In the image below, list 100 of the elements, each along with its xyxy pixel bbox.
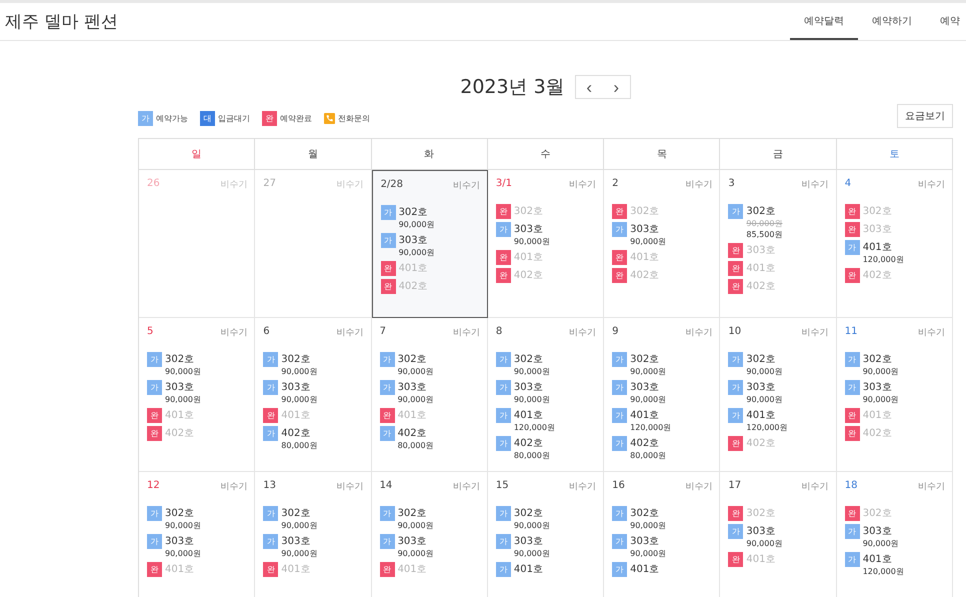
room-name[interactable]: 302호 — [630, 353, 666, 366]
room-name[interactable]: 302호 — [281, 353, 318, 366]
day-number: 17 — [728, 480, 742, 493]
room-name[interactable]: 401호 — [630, 563, 660, 576]
room-name[interactable]: 401호 — [630, 409, 672, 422]
status-label: 가 — [612, 562, 628, 577]
room-name[interactable]: 401호 — [862, 553, 904, 566]
room-name[interactable]: 303호 — [514, 223, 550, 236]
day-number: 2 — [612, 178, 619, 191]
nav-tab[interactable]: 예약달력 — [790, 3, 858, 40]
room-price: 85,500원 — [746, 229, 782, 240]
day-cell[interactable]: 9 비수기 가 302호 90,000원 가 303호 90,000원 가 401호 120,000원 가 402호 80,000원 — [604, 318, 720, 472]
nav-tab[interactable]: 예약 — [926, 3, 966, 40]
day-number: 7 — [380, 326, 386, 339]
season-label: 비수기 — [336, 481, 364, 493]
day-number: 2/28 — [380, 179, 404, 192]
status-label: 가 — [612, 408, 628, 423]
room-price: 80,000원 — [630, 450, 666, 461]
status-label: 가 — [844, 380, 860, 395]
room-name[interactable]: 402호 — [630, 437, 666, 450]
room-name[interactable]: 303호 — [165, 535, 201, 548]
day-cell[interactable]: 16 비수기 가 302호 90,000원 가 303호 90,000원 가 401호 — [604, 472, 720, 597]
room-name[interactable]: 303호 — [746, 381, 782, 394]
status-label: 완 — [380, 408, 395, 423]
room-price: 90,000원 — [398, 394, 434, 405]
room-price: 90,000원 — [514, 394, 550, 405]
room-name[interactable]: 303호 — [862, 381, 899, 394]
season-label: 비수기 — [802, 179, 829, 191]
room-name[interactable]: 303호 — [630, 223, 666, 236]
day-cell[interactable]: 18 비수기 완 302호 가 303호 90,000원 가 401호 120,000원 — [836, 472, 953, 597]
room-name[interactable]: 303호 — [746, 525, 782, 538]
room-name[interactable]: 401호 — [862, 241, 904, 254]
season-label: 비수기 — [569, 481, 596, 493]
nav-tab[interactable]: 예약하기 — [858, 3, 926, 40]
season-label: 비수기 — [569, 179, 596, 191]
day-number: 4 — [844, 178, 852, 191]
day-cell[interactable]: 17 비수기 완 302호 가 303호 90,000원 완 401호 — [720, 472, 837, 597]
day-cell[interactable]: 10 비수기 가 302호 90,000원 가 303호 90,000원 가 401호 120,000원 완 402호 — [720, 318, 837, 472]
room-name[interactable]: 302호 — [398, 206, 435, 219]
status-label: 가 — [263, 534, 278, 549]
status-label: 가 — [496, 352, 511, 367]
day-cell[interactable]: 8 비수기 가 302호 90,000원 가 303호 90,000원 가 401호 120,000원 가 402호 80,000원 — [488, 318, 604, 472]
room-name[interactable]: 401호 — [514, 409, 555, 422]
status-label: 완 — [728, 552, 744, 567]
room-name[interactable]: 302호 — [165, 353, 201, 366]
rates-button[interactable]: 요금보기 — [897, 104, 953, 128]
room-name[interactable]: 302호 — [398, 353, 434, 366]
day-cell[interactable]: 6 비수기 가 302호 90,000원 가 303호 90,000원 완 401호 가 402호 80,000원 — [255, 318, 372, 472]
day-cell[interactable]: 12 비수기 가 302호 90,000원 가 303호 90,000원 완 401호 — [139, 472, 256, 597]
day-cell[interactable]: 3 비수기 가 302호 90,000원 85,500원 완 303호 완 401호 완 402호 — [720, 170, 837, 318]
weekday-header: 월 — [255, 139, 372, 170]
day-cell[interactable]: 13 비수기 가 302호 90,000원 가 303호 90,000원 완 401호 — [255, 472, 372, 597]
room-name[interactable]: 302호 — [514, 507, 550, 520]
room-name[interactable]: 302호 — [281, 507, 318, 520]
day-cell[interactable]: 7 비수기 가 302호 90,000원 가 303호 90,000원 완 401호 가 402호 80,000원 — [372, 318, 488, 472]
room-name[interactable]: 302호 — [398, 507, 434, 520]
room-name[interactable]: 402호 — [281, 427, 318, 440]
room-name[interactable]: 302호 — [165, 507, 201, 520]
season-label: 비수기 — [336, 327, 364, 339]
day-cell[interactable]: 2 비수기 완 302호 가 303호 90,000원 완 401호 완 402호 — [604, 170, 720, 318]
room-name[interactable]: 303호 — [630, 381, 666, 394]
room-name[interactable]: 303호 — [398, 234, 435, 247]
status-label: 가 — [263, 506, 278, 521]
room-name[interactable]: 303호 — [398, 535, 434, 548]
day-cell[interactable]: 4 비수기 완 302호 완 303호 가 401호 120,000원 완 402호 — [836, 170, 953, 318]
room-name[interactable]: 303호 — [281, 535, 318, 548]
day-cell[interactable]: 15 비수기 가 302호 90,000원 가 303호 90,000원 가 401호 — [488, 472, 604, 597]
room-name[interactable]: 302호 — [746, 205, 782, 218]
status-label: 가 — [147, 506, 162, 521]
room-name[interactable]: 302호 — [630, 507, 666, 520]
room-name[interactable]: 401호 — [746, 409, 788, 422]
status-label: 가 — [612, 506, 628, 521]
room-name[interactable]: 302호 — [862, 353, 899, 366]
season-label: 비수기 — [452, 180, 480, 192]
day-cell[interactable]: 3/1 비수기 완 302호 가 303호 90,000원 완 401호 완 402호 — [488, 170, 604, 318]
status-label: 가 — [380, 534, 395, 549]
room-name[interactable]: 401호 — [514, 563, 543, 576]
day-number: 8 — [496, 326, 502, 339]
day-cell[interactable]: 5 비수기 가 302호 90,000원 가 303호 90,000원 완 401호 완 402호 — [139, 318, 256, 472]
room-name[interactable]: 303호 — [398, 381, 434, 394]
status-label: 가 — [147, 534, 162, 549]
room-name[interactable]: 303호 — [514, 535, 550, 548]
status-label: 완 — [380, 562, 395, 577]
room-name[interactable]: 303호 — [281, 381, 318, 394]
status-label: 완 — [728, 243, 744, 258]
room-price: 90,000원 — [862, 366, 899, 377]
room-name[interactable]: 402호 — [398, 427, 434, 440]
status-label: 가 — [263, 352, 278, 367]
room-name[interactable]: 303호 — [862, 525, 899, 538]
room-name[interactable]: 402호 — [514, 437, 550, 450]
day-cell[interactable]: 2/28 비수기 가 302호 90,000원 가 303호 90,000원 완 401호 완 402호 — [372, 170, 488, 318]
room-name[interactable]: 303호 — [514, 381, 550, 394]
room-name[interactable]: 303호 — [165, 381, 201, 394]
status-label: 완 — [147, 408, 162, 423]
season-label: 비수기 — [569, 327, 596, 339]
room-name[interactable]: 302호 — [514, 353, 550, 366]
day-cell[interactable]: 11 비수기 가 302호 90,000원 가 303호 90,000원 완 401호 완 402호 — [836, 318, 953, 472]
room-name[interactable]: 303호 — [630, 535, 666, 548]
room-name[interactable]: 302호 — [746, 353, 782, 366]
day-cell[interactable]: 14 비수기 가 302호 90,000원 가 303호 90,000원 완 401호 — [372, 472, 488, 597]
